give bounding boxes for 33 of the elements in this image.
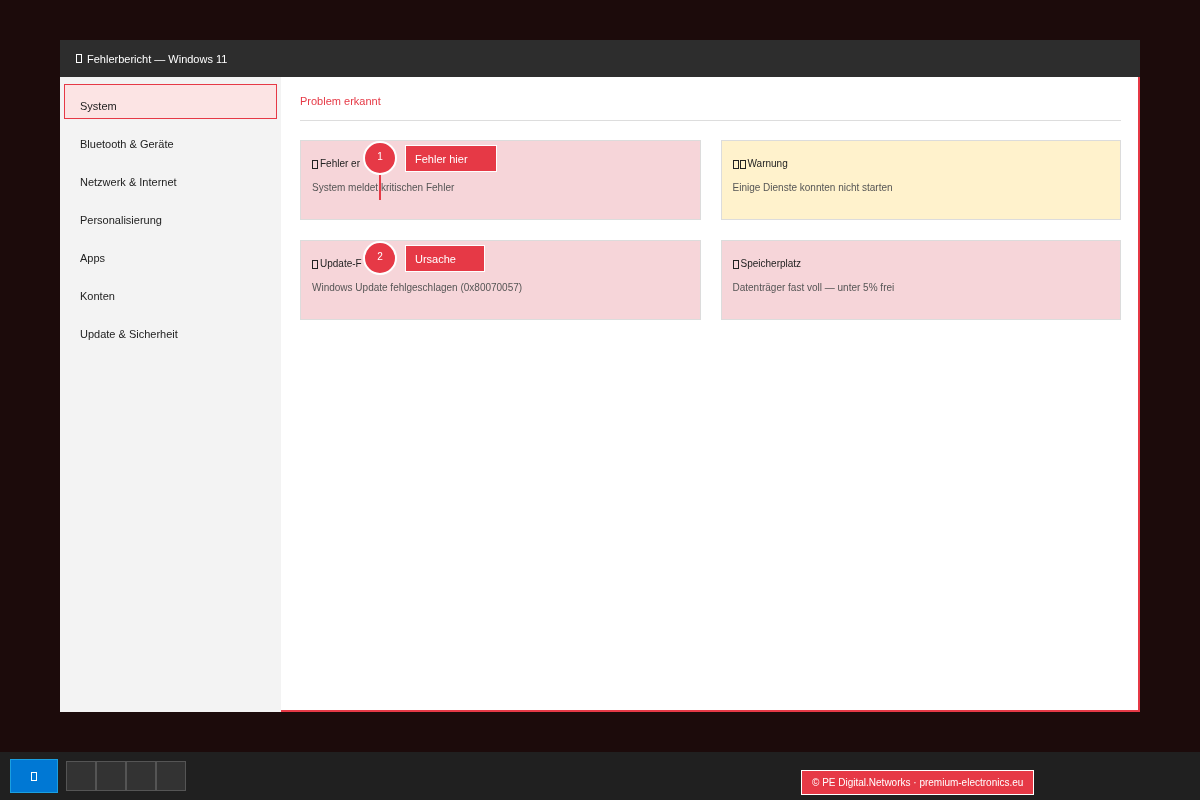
sidebar-item[interactable]: System bbox=[64, 84, 277, 119]
sidebar-item[interactable]: Update & Sicherheit bbox=[64, 312, 277, 347]
start-button[interactable] bbox=[10, 759, 58, 793]
card-text: System meldet kritischen Fehler bbox=[312, 181, 456, 195]
callout-label: Ursache bbox=[405, 245, 485, 272]
sidebar-item[interactable]: Konten bbox=[64, 274, 277, 309]
card-text: Windows Update fehlgeschlagen (0x80070057) bbox=[312, 281, 524, 295]
sidebar-item[interactable]: Apps bbox=[64, 236, 277, 271]
missing-glyph-icon bbox=[732, 159, 746, 169]
step-number: 2 bbox=[363, 241, 397, 275]
missing-glyph-icon bbox=[312, 259, 318, 269]
missing-glyph-icon bbox=[732, 259, 739, 269]
callout-label: Fehler hier bbox=[405, 145, 497, 172]
missing-glyph-icon bbox=[76, 54, 82, 63]
card-title: Warnung bbox=[747, 157, 788, 171]
section-heading: Problem erkannt bbox=[300, 94, 382, 108]
missing-glyph-icon bbox=[312, 159, 318, 169]
sidebar-item[interactable]: Bluetooth & Geräte bbox=[64, 122, 277, 157]
step-number: 1 bbox=[363, 141, 397, 175]
taskbar-button[interactable] bbox=[96, 761, 126, 791]
taskbar-button[interactable] bbox=[156, 761, 186, 791]
sidebar-item[interactable]: Personalisierung bbox=[64, 198, 277, 233]
card-text: Einige Dienste konnten nicht starten bbox=[732, 181, 894, 195]
card-title: Fehler er bbox=[320, 157, 360, 171]
copyright-badge: © PE Digital.Networks · premium-electronics.eu bbox=[801, 770, 1035, 795]
taskbar-button[interactable] bbox=[126, 761, 156, 791]
card-title: Update-F bbox=[320, 257, 362, 271]
sidebar-item[interactable]: Netzwerk & Internet bbox=[64, 160, 277, 195]
card-text: Datenträger fast voll — unter 5% frei bbox=[732, 281, 896, 295]
taskbar-button[interactable] bbox=[66, 761, 96, 791]
missing-glyph-icon bbox=[31, 771, 37, 781]
window-title: Fehlerbericht — Windows 11 bbox=[87, 52, 228, 65]
card-title: Speicherplatz bbox=[740, 257, 802, 271]
